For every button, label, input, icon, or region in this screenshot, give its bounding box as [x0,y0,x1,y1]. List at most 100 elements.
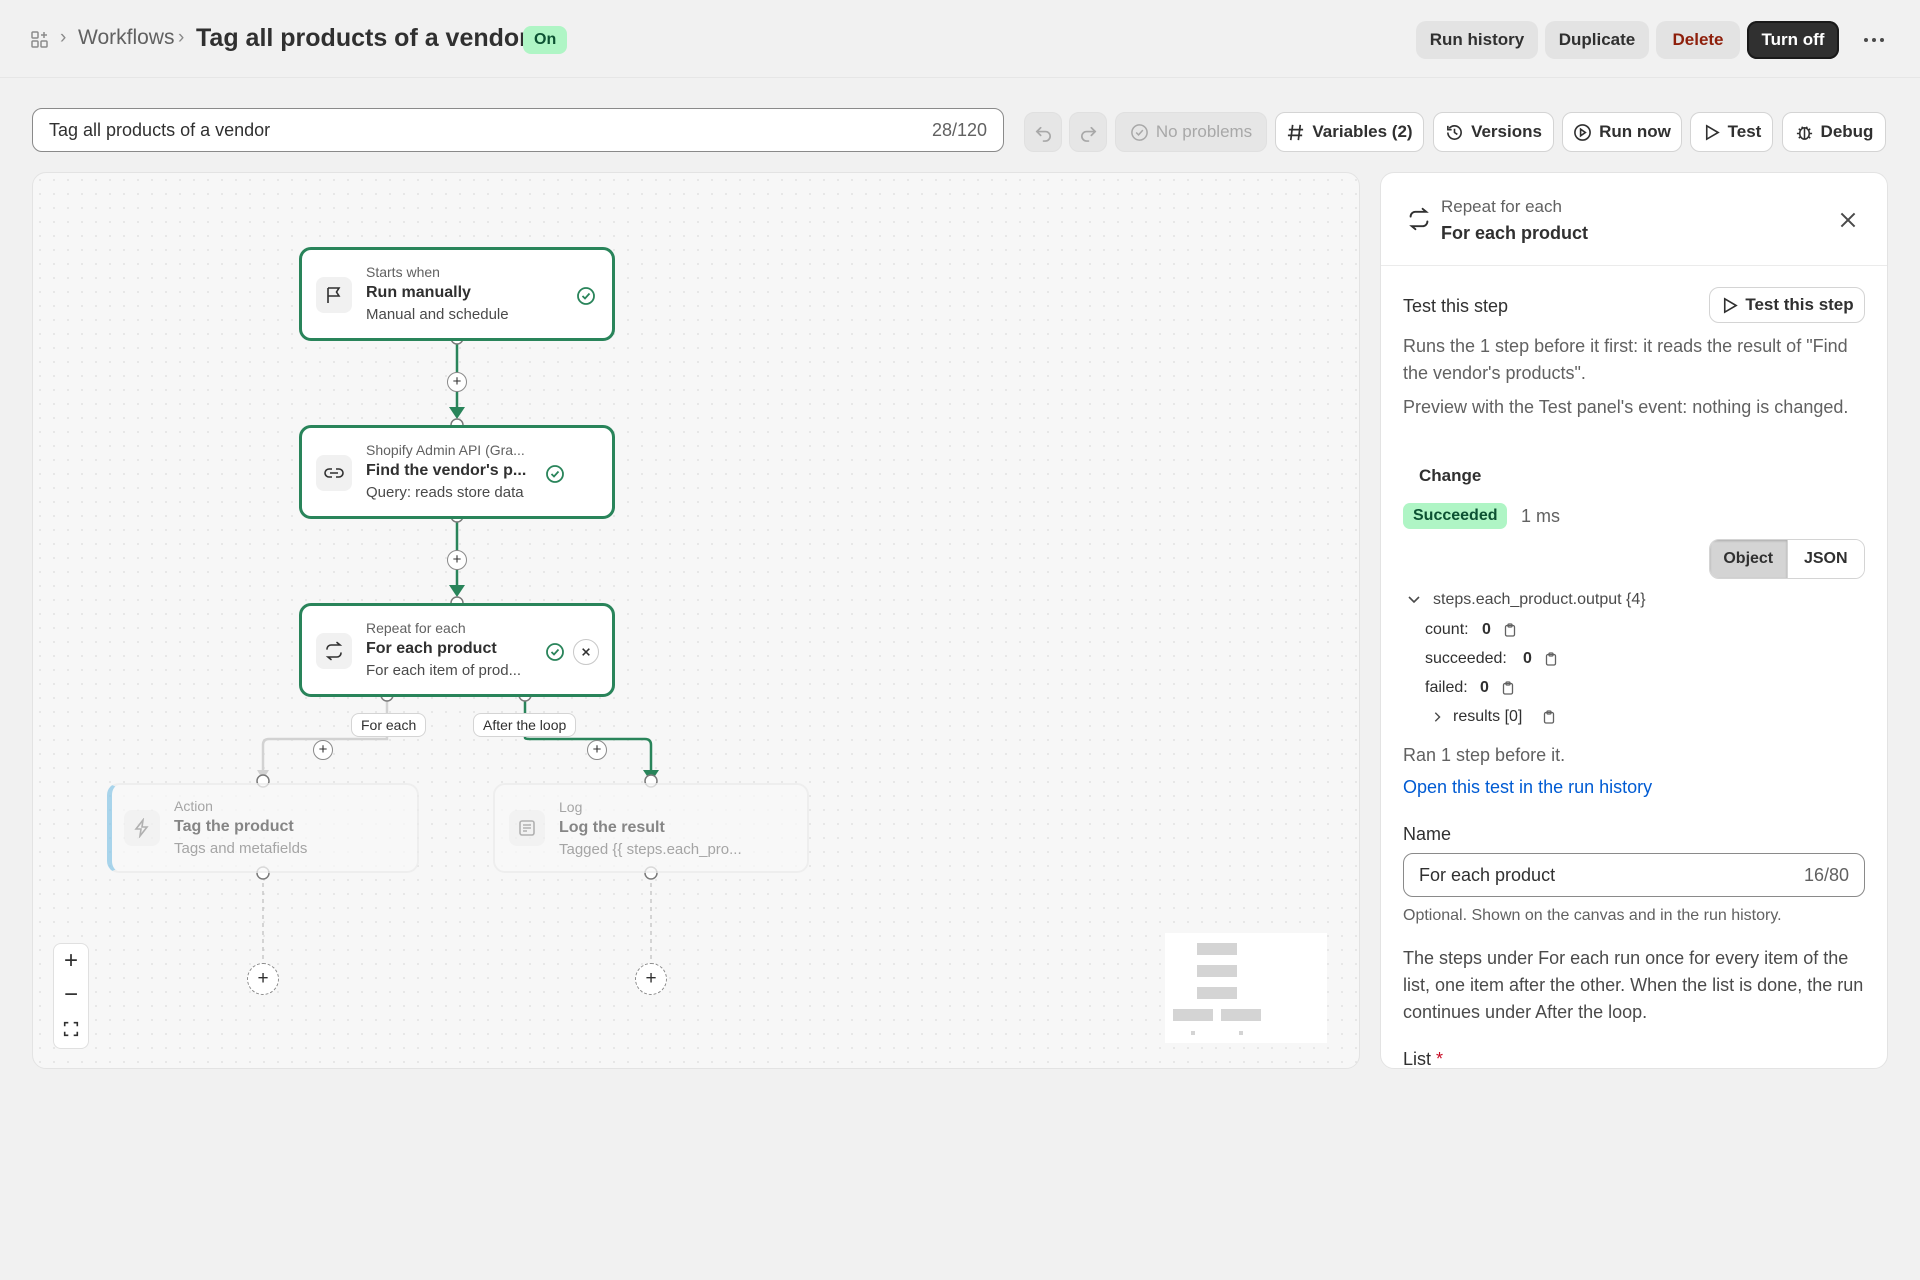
open-run-history-link[interactable]: Open this test in the run history [1403,777,1652,798]
versions-label: Versions [1471,122,1542,141]
delete-button[interactable]: Delete [1656,21,1740,59]
name-help-text: Optional. Shown on the canvas and in the… [1403,907,1782,924]
output-count-value: 0 [1482,621,1491,638]
required-mark: * [1436,1049,1444,1069]
page-title: Tag all products of a vendor [196,24,529,52]
workflow-canvas[interactable]: + + + + + + Starts when Run manually Man… [32,172,1360,1069]
ran-before-text: Ran 1 step before it. [1403,745,1566,765]
close-icon [1840,212,1856,228]
check-circle-icon [546,643,564,661]
view-toggle: Object JSON [1709,539,1865,579]
apps-icon[interactable] [30,30,50,50]
variables-button[interactable]: Variables (2) [1275,112,1424,152]
breadcrumb-workflows[interactable]: Workflows [78,26,174,50]
clipboard-icon[interactable] [1503,623,1517,637]
zoom-out-button[interactable]: − [54,978,88,1012]
node-kind: Action [174,798,213,814]
node-subtitle: Tagged {{ steps.each_pro... [559,841,742,858]
node-tag-the-product[interactable]: Action Tag the product Tags and metafiel… [107,783,419,873]
canvas-minimap[interactable] [1165,933,1327,1043]
node-subtitle: Tags and metafields [174,840,308,857]
close-panel-button[interactable] [1837,209,1859,231]
history-icon [1447,124,1463,140]
clipboard-icon[interactable] [1544,652,1558,666]
test-label: Test [1727,122,1762,141]
chevron-right-icon[interactable] [1431,711,1443,723]
step-name-input[interactable]: For each product 16/80 [1403,853,1865,897]
undo-icon [1035,126,1051,142]
panel-divider [1381,265,1887,266]
no-problems-button[interactable]: No problems [1115,112,1267,152]
chevron-down-icon[interactable] [1407,593,1421,607]
undo-button[interactable] [1024,112,1062,152]
node-title: Find the vendor's p... [366,462,527,479]
play-icon [1705,123,1720,141]
test-this-step-label: Test this step [1745,295,1854,314]
connector-lines [256,331,659,959]
workflow-name-count: 28/120 [931,120,987,140]
json-view-tab[interactable]: JSON [1786,540,1864,578]
clipboard-icon[interactable] [1542,710,1556,724]
add-step-button[interactable]: + [313,740,333,760]
add-step-button[interactable]: + [247,963,279,995]
duplicate-button[interactable]: Duplicate [1545,21,1649,59]
fit-view-button[interactable] [54,1012,88,1046]
output-count-label: count: [1425,621,1469,638]
output-results[interactable]: results [0] [1453,708,1522,726]
run-history-button[interactable]: Run history [1416,21,1538,59]
branch-for-each-label: For each [351,713,427,737]
node-kind: Repeat for each [366,620,466,636]
variables-label: Variables (2) [1312,122,1413,141]
bug-icon [1796,125,1812,140]
repeat-icon [316,633,352,669]
test-button[interactable]: Test [1690,112,1773,152]
zoom-in-button[interactable]: + [54,944,88,978]
output-root[interactable]: steps.each_product.output {4} [1433,591,1646,609]
test-description: Runs the 1 step before it first: it read… [1403,336,1848,383]
expand-icon [63,1021,79,1037]
run-duration: 1 ms [1521,506,1561,526]
node-for-each-product[interactable]: Repeat for each For each product For eac… [299,603,615,697]
node-title: Run manually [366,284,471,301]
zoom-controls: + − [53,943,89,1049]
chevron-right-icon: › [178,27,185,48]
node-subtitle: For each item of prod... [366,662,522,679]
add-step-button[interactable]: + [447,372,467,392]
flag-icon [316,277,352,313]
node-title: Log the result [559,819,665,836]
node-title: For each product [366,640,497,657]
step-name-count: 16/80 [1803,865,1849,885]
node-run-manually[interactable]: Starts when Run manually Manual and sche… [299,247,615,341]
versions-button[interactable]: Versions [1433,112,1554,152]
run-now-label: Run now [1599,122,1671,141]
add-step-button[interactable]: + [587,740,607,760]
node-title: Tag the product [174,818,294,835]
redo-button[interactable] [1069,112,1107,152]
hash-icon [1288,124,1304,140]
workflow-name-input[interactable]: Tag all products of a vendor 28/120 [32,108,1004,152]
list-label-text: List [1403,1049,1432,1069]
panel-title: For each product [1441,223,1589,243]
change-event-button[interactable]: Change [1419,466,1481,486]
add-step-button[interactable]: + [635,963,667,995]
clipboard-icon[interactable] [1501,681,1515,695]
more-actions-icon[interactable] [1862,30,1886,50]
turn-off-button[interactable]: Turn off [1747,21,1839,59]
node-find-vendor-products[interactable]: Shopify Admin API (Gra... Find the vendo… [299,425,615,519]
object-view-tab[interactable]: Object [1710,540,1787,578]
node-log-the-result[interactable]: Log Log the result Tagged {{ steps.each_… [493,783,809,873]
play-circle-icon [1574,123,1592,141]
add-step-button[interactable]: + [447,550,467,570]
remove-step-button[interactable] [573,639,599,665]
run-now-button[interactable]: Run now [1562,112,1682,152]
test-step-heading: Test this step [1403,296,1509,316]
node-kind: Log [559,799,583,815]
output-failed-value: 0 [1480,679,1489,696]
test-this-step-button[interactable]: Test this step [1709,287,1865,323]
name-label: Name [1403,824,1452,844]
check-circle-icon [577,287,595,305]
output-succeeded-label: succeeded: [1425,650,1507,667]
debug-button[interactable]: Debug [1782,112,1886,152]
play-icon [1724,296,1739,314]
list-label: List * [1403,1049,1444,1069]
